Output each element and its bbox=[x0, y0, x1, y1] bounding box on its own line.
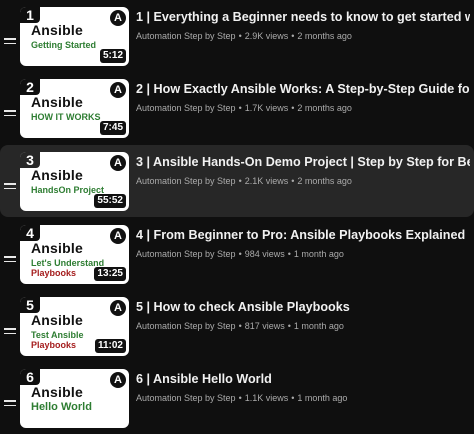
video-duration: 5:12 bbox=[99, 49, 126, 63]
video-metadata: Automation Step by Step • 1.7K views • 2 mon… bbox=[136, 103, 470, 113]
ansible-logo-icon: A bbox=[110, 155, 126, 171]
ansible-logo-icon: A bbox=[110, 82, 126, 98]
video-thumbnail[interactable]: Ansible HOW IT WORKS A 7:45 2 bbox=[20, 79, 129, 138]
meta-separator: • bbox=[238, 176, 242, 186]
thumbnail-subtitle: Hello World bbox=[31, 401, 121, 413]
channel-name[interactable]: Automation Step by Step bbox=[136, 31, 236, 41]
meta-separator: • bbox=[238, 31, 242, 41]
upload-age: 1 month ago bbox=[293, 249, 344, 259]
video-metadata: Automation Step by Step • 817 views • 1 mont… bbox=[136, 321, 470, 331]
video-thumbnail[interactable]: Ansible HandsOn Project A 55:52 3 bbox=[20, 152, 129, 211]
playlist-item[interactable]: Ansible Getting Started A 5:12 1 1 | Eve… bbox=[0, 0, 474, 72]
channel-name[interactable]: Automation Step by Step bbox=[136, 321, 236, 331]
playlist-item[interactable]: Ansible Test Ansible Playbooks A 11:02 5… bbox=[0, 290, 474, 362]
view-count: 2.1K views bbox=[244, 176, 289, 186]
video-duration: 7:45 bbox=[99, 121, 126, 135]
playlist-index: 2 bbox=[20, 79, 40, 95]
video-metadata: Automation Step by Step • 2.9K views • 2 mon… bbox=[136, 31, 470, 41]
thumbnail-title: Ansible bbox=[31, 384, 83, 400]
drag-handle-icon[interactable] bbox=[4, 38, 16, 46]
ansible-logo-icon: A bbox=[110, 228, 126, 244]
video-duration: 55:52 bbox=[94, 194, 126, 208]
playlist-index: 4 bbox=[20, 225, 40, 241]
upload-age: 1 month ago bbox=[293, 321, 344, 331]
video-title[interactable]: 1 | Everything a Beginner needs to know … bbox=[136, 10, 470, 24]
playlist-panel: Ansible Getting Started A 5:12 1 1 | Eve… bbox=[0, 0, 474, 428]
upload-age: 2 months ago bbox=[297, 176, 352, 186]
meta-separator: • bbox=[291, 103, 295, 113]
video-duration: 13:25 bbox=[94, 267, 126, 281]
thumbnail-title: Ansible bbox=[31, 22, 83, 38]
playlist-item-active[interactable]: Ansible HandsOn Project A 55:52 3 3 | An… bbox=[0, 145, 474, 217]
video-thumbnail[interactable]: Ansible Let's Understand Playbooks A 13:2… bbox=[20, 225, 129, 284]
playlist-index: 1 bbox=[20, 7, 40, 23]
meta-separator: • bbox=[287, 321, 291, 331]
playlist-item[interactable]: Ansible Let's Understand Playbooks A 13:2… bbox=[0, 218, 474, 290]
upload-age: 2 months ago bbox=[297, 103, 352, 113]
video-title[interactable]: 2 | How Exactly Ansible Works: A Step-by… bbox=[136, 82, 470, 96]
meta-separator: • bbox=[287, 249, 291, 259]
view-count: 1.1K views bbox=[244, 393, 289, 403]
thumbnail-subtitle-green: Hello World bbox=[31, 401, 92, 413]
video-metadata: Automation Step by Step • 2.1K views • 2 mon… bbox=[136, 176, 470, 186]
view-count: 817 views bbox=[244, 321, 285, 331]
upload-age: 1 month ago bbox=[297, 393, 348, 403]
video-thumbnail[interactable]: Ansible Getting Started A 5:12 1 bbox=[20, 7, 129, 66]
drag-handle-icon[interactable] bbox=[4, 183, 16, 191]
drag-handle-icon[interactable] bbox=[4, 328, 16, 336]
thumbnail-title: Ansible bbox=[31, 94, 83, 110]
video-metadata: Automation Step by Step • 1.1K views • 1 mon… bbox=[136, 393, 470, 403]
thumbnail-title: Ansible bbox=[31, 312, 83, 328]
channel-name[interactable]: Automation Step by Step bbox=[136, 249, 236, 259]
meta-separator: • bbox=[238, 393, 242, 403]
channel-name[interactable]: Automation Step by Step bbox=[136, 103, 236, 113]
ansible-logo-icon: A bbox=[110, 300, 126, 316]
meta-separator: • bbox=[238, 321, 242, 331]
playlist-item[interactable]: Ansible HOW IT WORKS A 7:45 2 2 | How Ex… bbox=[0, 72, 474, 144]
ansible-logo-icon: A bbox=[110, 10, 126, 26]
video-metadata: Automation Step by Step • 984 views • 1 mont… bbox=[136, 249, 470, 259]
thumbnail-subtitle-green: Let's Understand bbox=[31, 258, 105, 268]
drag-handle-icon[interactable] bbox=[4, 400, 16, 408]
thumbnail-title: Ansible bbox=[31, 240, 83, 256]
video-title[interactable]: 4 | From Beginner to Pro: Ansible Playbo… bbox=[136, 228, 470, 242]
drag-handle-icon[interactable] bbox=[4, 110, 16, 118]
video-title[interactable]: 3 | Ansible Hands-On Demo Project | Step… bbox=[136, 155, 470, 169]
channel-name[interactable]: Automation Step by Step bbox=[136, 176, 236, 186]
view-count: 984 views bbox=[244, 249, 285, 259]
video-duration: 11:02 bbox=[94, 339, 126, 353]
video-thumbnail[interactable]: Ansible Hello World A 6 bbox=[20, 369, 129, 428]
channel-name[interactable]: Automation Step by Step bbox=[136, 393, 236, 403]
view-count: 2.9K views bbox=[244, 31, 289, 41]
ansible-logo-icon: A bbox=[110, 372, 126, 388]
thumbnail-subtitle-green: HandsOn Project bbox=[31, 185, 105, 195]
playlist-index: 3 bbox=[20, 152, 40, 168]
meta-separator: • bbox=[291, 31, 295, 41]
thumbnail-subtitle-green: Test Ansible bbox=[31, 330, 84, 340]
playlist-index: 5 bbox=[20, 297, 40, 313]
view-count: 1.7K views bbox=[244, 103, 289, 113]
thumbnail-subtitle-green: Getting Started bbox=[31, 40, 97, 50]
playlist-index: 6 bbox=[20, 369, 40, 385]
meta-separator: • bbox=[291, 176, 295, 186]
thumbnail-subtitle-green: HOW IT WORKS bbox=[31, 112, 101, 122]
meta-separator: • bbox=[238, 103, 242, 113]
thumbnail-subtitle-red: Playbooks bbox=[31, 268, 77, 278]
playlist-item[interactable]: Ansible Hello World A 6 6 | Ansible Hell… bbox=[0, 362, 474, 434]
meta-separator: • bbox=[291, 393, 295, 403]
thumbnail-title: Ansible bbox=[31, 167, 83, 183]
upload-age: 2 months ago bbox=[297, 31, 352, 41]
drag-handle-icon[interactable] bbox=[4, 256, 16, 264]
video-title[interactable]: 6 | Ansible Hello World bbox=[136, 372, 470, 386]
video-thumbnail[interactable]: Ansible Test Ansible Playbooks A 11:02 5 bbox=[20, 297, 129, 356]
video-title[interactable]: 5 | How to check Ansible Playbooks bbox=[136, 300, 470, 314]
thumbnail-subtitle-red: Playbooks bbox=[31, 340, 77, 350]
meta-separator: • bbox=[238, 249, 242, 259]
